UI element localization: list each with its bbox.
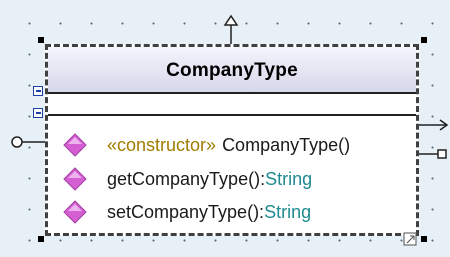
operation-row[interactable]: «constructor» CompanyType() [62, 132, 350, 158]
selection-handle-top-left[interactable] [38, 37, 44, 43]
operation-row[interactable]: setCompanyType(): String [62, 199, 311, 225]
operation-diamond-icon [63, 167, 87, 191]
header-divider [48, 92, 416, 94]
collapse-attributes-icon[interactable] [33, 86, 43, 96]
class-name[interactable]: CompanyType [48, 60, 416, 82]
class-header: CompanyType [48, 47, 416, 94]
class-companytype[interactable]: CompanyType «constructor» CompanyType() … [45, 44, 419, 236]
port-icon[interactable] [418, 146, 450, 162]
diagram-canvas[interactable]: CompanyType «constructor» CompanyType() … [0, 0, 450, 257]
association-arrow-icon[interactable] [418, 118, 450, 132]
operation-stereotype: «constructor» [107, 134, 217, 155]
selection-handle-top-right[interactable] [421, 37, 427, 43]
operation-name: setCompanyType(): [107, 201, 265, 222]
operation-type: String [264, 201, 312, 222]
operation-name: getCompanyType(): [107, 168, 266, 189]
operation-diamond-icon [63, 200, 87, 224]
operation-name: CompanyType() [222, 134, 351, 155]
collapse-operations-icon[interactable] [33, 108, 43, 118]
resize-grip-icon[interactable] [403, 232, 417, 246]
selection-handle-bottom-right[interactable] [421, 236, 427, 242]
operation-diamond-icon [63, 133, 87, 157]
provided-interface-icon[interactable] [10, 134, 50, 150]
selection-handle-bottom-left[interactable] [38, 236, 44, 242]
generalization-arrow-icon[interactable] [223, 14, 239, 46]
attributes-divider [48, 114, 416, 116]
operation-type: String [265, 168, 313, 189]
operation-row[interactable]: getCompanyType(): String [62, 166, 312, 192]
